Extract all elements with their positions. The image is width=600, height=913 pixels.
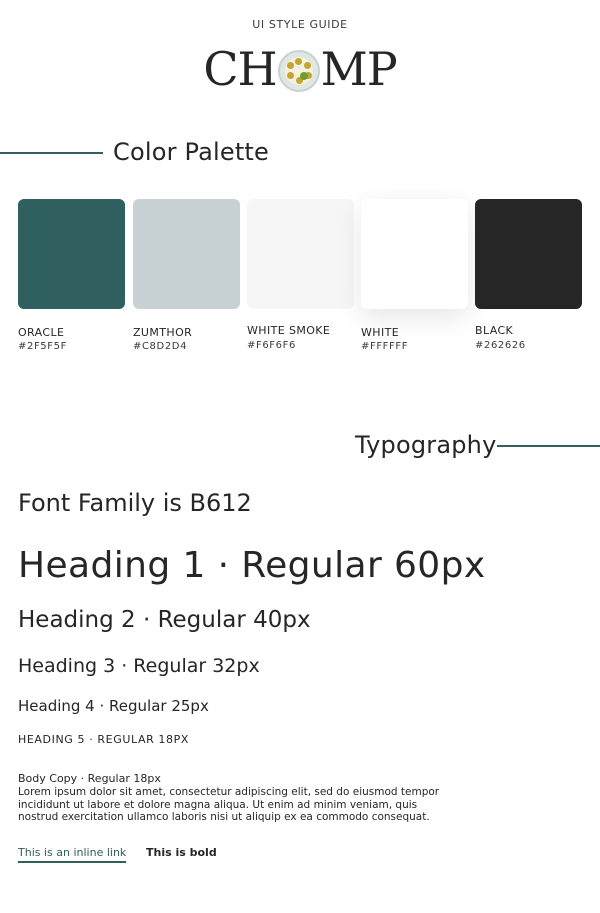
swatch-name-white-smoke: WHITE SMOKE	[247, 324, 331, 337]
swatch-white-smoke	[247, 199, 354, 309]
swatch-name-white: WHITE	[361, 326, 400, 339]
style-guide-page: UI STYLE GUIDE CH MP Color Palette ORACL…	[0, 0, 600, 913]
page-eyebrow: UI STYLE GUIDE	[252, 18, 348, 31]
swatch-hex-zumthor: #C8D2D4	[133, 341, 188, 352]
swatch-name-black: BLACK	[475, 324, 514, 337]
swatch-name-oracle: ORACLE	[18, 326, 65, 339]
swatch-hex-black: #262626	[475, 340, 526, 351]
swatch-hex-white-smoke: #F6F6F6	[247, 340, 296, 351]
font-family-label: Font Family is B612	[18, 489, 252, 517]
typography-title: Typography	[355, 431, 497, 459]
swatch-name-zumthor: ZUMTHOR	[133, 326, 193, 339]
logo-text-left: CH	[203, 42, 277, 96]
heading-5-sample: HEADING 5 · REGULAR 18PX	[18, 733, 189, 746]
bold-text-sample: This is bold	[146, 846, 217, 859]
chomp-logo: CH MP	[0, 40, 600, 98]
color-palette-title: Color Palette	[113, 138, 270, 166]
swatch-white	[361, 199, 468, 309]
body-copy-title: Body Copy · Regular 18px	[18, 772, 161, 785]
heading-4-sample: Heading 4 · Regular 25px	[18, 697, 209, 715]
heading-3-sample: Heading 3 · Regular 32px	[18, 655, 260, 677]
logo-text-right: MP	[320, 42, 398, 96]
swatch-zumthor	[133, 199, 240, 309]
swatch-hex-white: #FFFFFF	[361, 341, 409, 352]
swatch-oracle	[18, 199, 125, 309]
heading-2-sample: Heading 2 · Regular 40px	[18, 607, 311, 633]
section-rule-right	[497, 445, 600, 447]
inline-link[interactable]: This is an inline link	[18, 846, 127, 863]
swatch-hex-oracle: #2F5F5F	[18, 341, 67, 352]
plate-of-food-icon	[277, 50, 320, 92]
body-copy-sample: Lorem ipsum dolor sit amet, consectetur …	[18, 786, 440, 824]
section-rule-left	[0, 152, 103, 154]
swatch-black	[475, 199, 582, 309]
heading-1-sample: Heading 1 · Regular 60px	[18, 545, 486, 586]
